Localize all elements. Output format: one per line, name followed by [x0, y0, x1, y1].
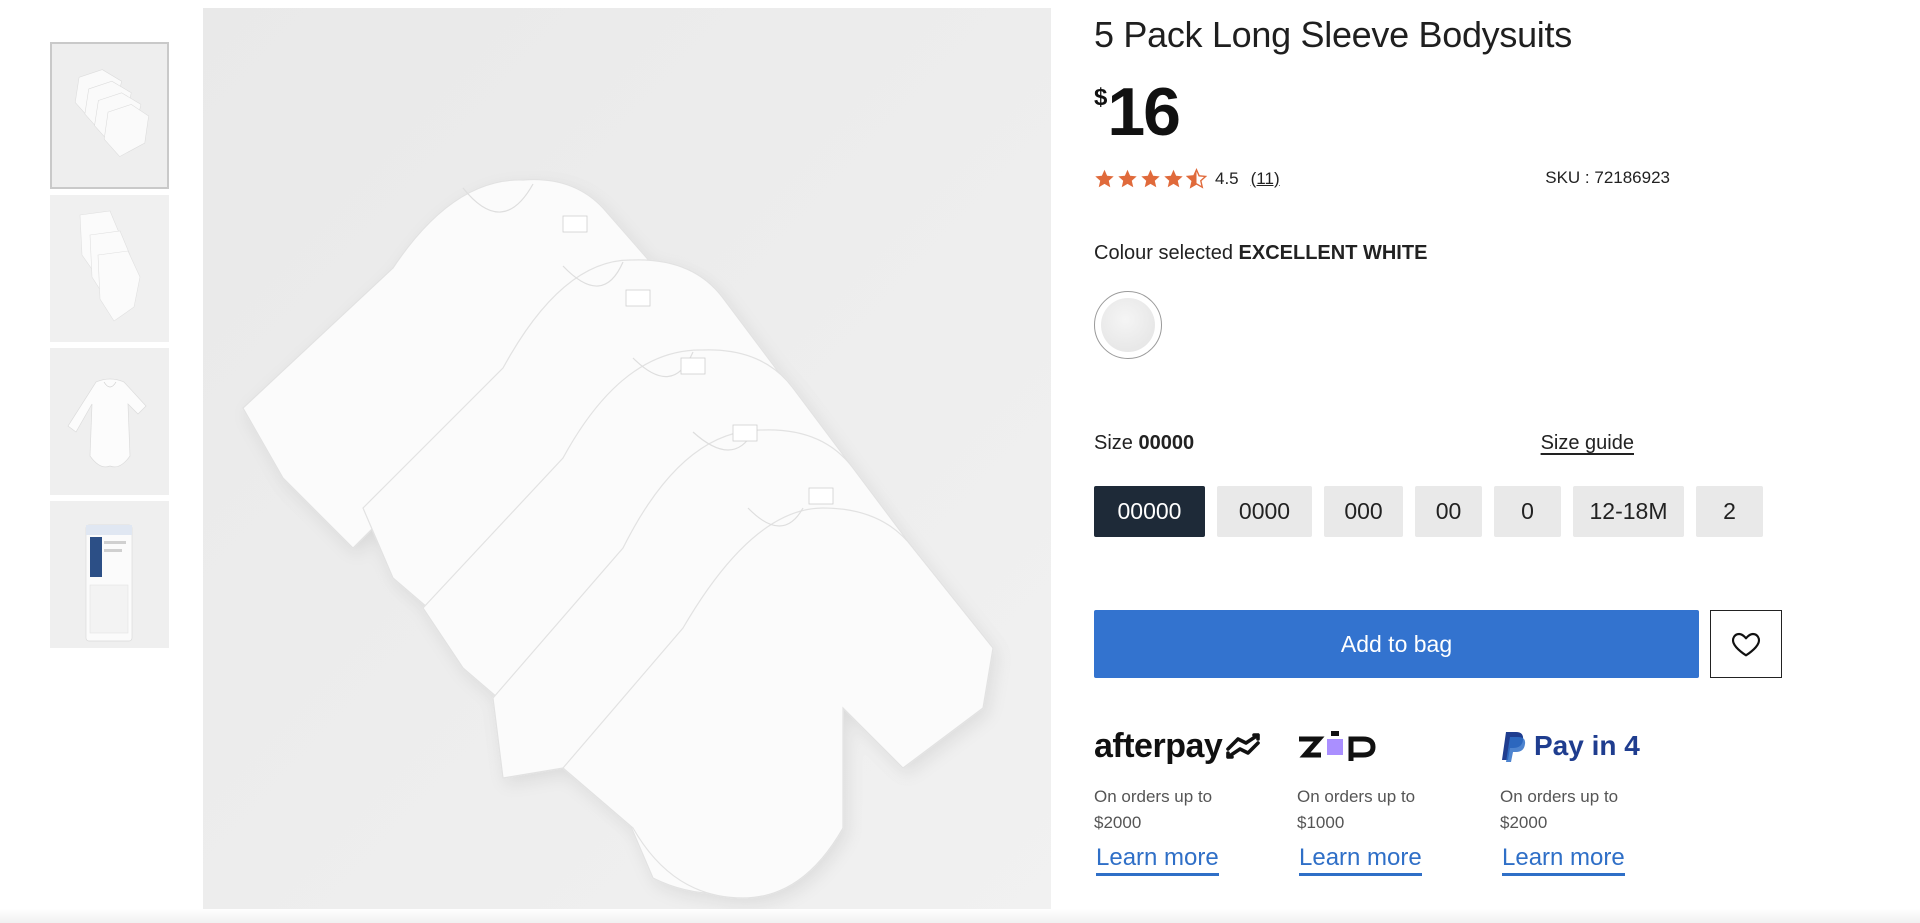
- size-options: 00000 0000 000 00 0 12-18M 2: [1094, 486, 1763, 537]
- afterpay-note: On orders up to $2000: [1094, 784, 1274, 836]
- rating-value: 4.5: [1215, 168, 1239, 188]
- colour-label: Colour selected: [1094, 242, 1233, 264]
- colour-value: EXCELLENT WHITE: [1238, 242, 1428, 264]
- price-amount: 16: [1107, 74, 1181, 150]
- payment-option-zip: zip On orders up to $1000 Learn more: [1297, 724, 1477, 876]
- colour-swatch-excellent-white[interactable]: [1094, 291, 1162, 359]
- product-price: $16: [1094, 78, 1181, 146]
- paypal-learn-more-link[interactable]: Learn more: [1502, 844, 1625, 876]
- size-guide-link[interactable]: Size guide: [1541, 432, 1634, 455]
- thumbnail-3[interactable]: [50, 348, 169, 495]
- size-option-12-18m[interactable]: 12-18M: [1573, 486, 1684, 537]
- product-rating: 4.5 (11): [1094, 168, 1280, 189]
- size-selected-label: Size 00000: [1094, 432, 1194, 455]
- thumbnail-gallery: [50, 42, 169, 654]
- product-sku: SKU : 72186923: [1545, 168, 1670, 187]
- star-icon: [1095, 169, 1114, 188]
- zip-note-line2: $1000: [1297, 813, 1345, 832]
- swatch-fill: [1101, 298, 1155, 352]
- add-to-bag-button[interactable]: Add to bag: [1094, 610, 1699, 678]
- size-option-2[interactable]: 2: [1696, 486, 1763, 537]
- afterpay-learn-more-link[interactable]: Learn more: [1096, 844, 1219, 876]
- payment-option-afterpay: afterpay On orders up to $2000 Learn mor…: [1094, 724, 1274, 876]
- afterpay-logo: afterpay: [1094, 724, 1274, 768]
- wishlist-button[interactable]: [1710, 610, 1782, 678]
- star-icon: [1118, 169, 1137, 188]
- afterpay-note-line1: On orders up to: [1094, 787, 1213, 806]
- thumbnail-2[interactable]: [50, 195, 169, 342]
- review-count-link[interactable]: (11): [1251, 169, 1280, 189]
- paypal-logo: Pay in 4: [1500, 724, 1680, 768]
- colour-selected-label: Colour selected EXCELLENT WHITE: [1094, 242, 1427, 265]
- size-option-000[interactable]: 000: [1324, 486, 1403, 537]
- zip-logo-icon: [1299, 731, 1376, 761]
- thumbnail-4[interactable]: [50, 501, 169, 648]
- paypal-note-line1: On orders up to: [1500, 787, 1619, 806]
- size-option-00000[interactable]: 00000: [1094, 486, 1205, 537]
- price-currency: $: [1094, 84, 1108, 111]
- afterpay-note-line2: $2000: [1094, 813, 1142, 832]
- size-option-0[interactable]: 0: [1494, 486, 1561, 537]
- thumbnail-1[interactable]: [50, 42, 169, 189]
- heart-icon: [1732, 632, 1760, 657]
- zip-note: On orders up to $1000: [1297, 784, 1477, 836]
- thumbnail-3-image: [50, 348, 169, 495]
- size-value: 00000: [1138, 432, 1195, 454]
- rating-stars: [1094, 168, 1207, 189]
- thumbnail-1-image: [52, 44, 167, 187]
- star-icon: [1141, 169, 1160, 188]
- zip-note-line1: On orders up to: [1297, 787, 1416, 806]
- paypal-logo-icon: [1502, 732, 1526, 762]
- thumbnail-2-image: [50, 195, 169, 342]
- product-info-panel: 5 Pack Long Sleeve Bodysuits $16 4.5 (11…: [1094, 0, 1784, 923]
- zip-logo: zip: [1297, 724, 1477, 768]
- zip-learn-more-link[interactable]: Learn more: [1299, 844, 1422, 876]
- paypal-note: On orders up to $2000: [1500, 784, 1680, 836]
- afterpay-wordmark: afterpay: [1094, 726, 1223, 765]
- paypal-note-line2: $2000: [1500, 813, 1548, 832]
- product-title: 5 Pack Long Sleeve Bodysuits: [1094, 14, 1572, 55]
- main-product-image[interactable]: [203, 8, 1051, 923]
- afterpay-arrows-icon: [1226, 733, 1261, 759]
- bodysuits-photo: [203, 8, 1051, 923]
- half-star-icon: [1186, 168, 1207, 189]
- paypal-pay-in-4-text: Pay in 4: [1534, 730, 1640, 761]
- size-option-0000[interactable]: 0000: [1217, 486, 1312, 537]
- payment-option-paypal: Pay in 4 On orders up to $2000 Learn mor…: [1500, 724, 1680, 876]
- star-icon: [1164, 169, 1183, 188]
- bottom-fade: [0, 909, 1920, 923]
- thumbnail-4-image: [50, 501, 169, 648]
- size-label: Size: [1094, 432, 1133, 454]
- size-option-00[interactable]: 00: [1415, 486, 1482, 537]
